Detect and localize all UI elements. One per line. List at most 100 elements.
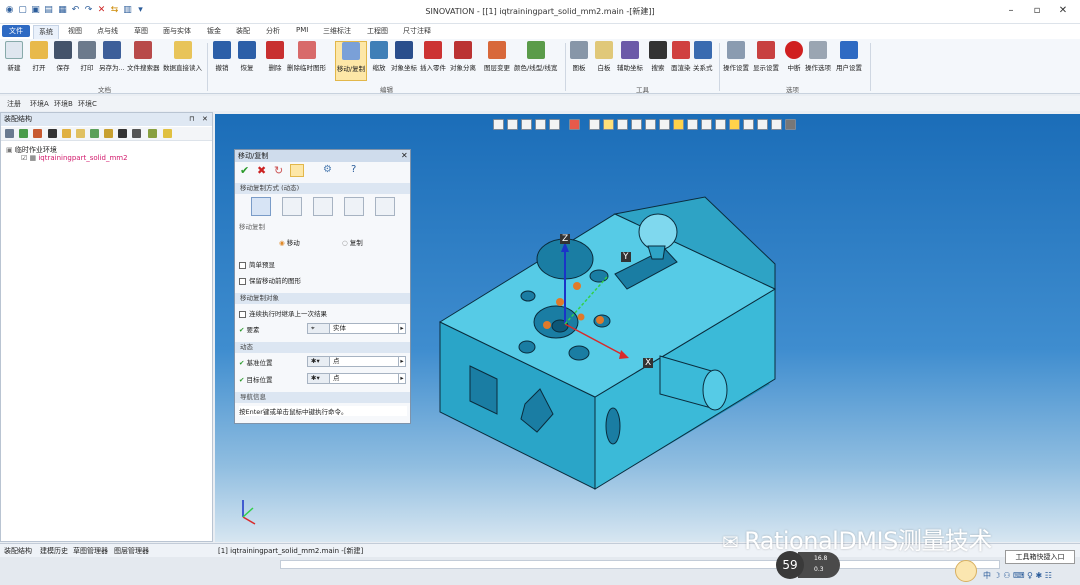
ok-icon[interactable]: ✔ <box>240 164 249 177</box>
maximize-icon[interactable]: ▫ <box>1026 3 1048 19</box>
display-settings-button[interactable]: 显示设置 <box>753 41 779 72</box>
drawing-board-button[interactable]: 图板 <box>570 41 588 72</box>
move-copy-button[interactable]: 移动/复制 <box>335 41 367 81</box>
performance-gauge[interactable]: 59 <box>776 551 804 579</box>
find-icon[interactable] <box>132 129 141 138</box>
delete-temp-button[interactable]: 删除临时图形 <box>287 41 326 72</box>
interrupt-button[interactable]: 中断 <box>785 41 803 72</box>
redo-button[interactable]: 恢复 <box>238 41 256 72</box>
object-coord-button[interactable]: 对象坐标 <box>391 41 417 72</box>
mode-translate-button[interactable] <box>251 197 271 216</box>
print-button[interactable]: 打印 <box>78 41 96 72</box>
relation-button[interactable]: 关系式 <box>693 41 713 72</box>
face-render-button[interactable]: 面渲染 <box>671 41 691 72</box>
minimize-icon[interactable]: – <box>1000 3 1022 19</box>
view-rotate-icon[interactable] <box>535 119 546 130</box>
view-back-icon[interactable] <box>645 119 656 130</box>
view-layout-icon[interactable] <box>771 119 782 130</box>
tab-point-line[interactable]: 点与线 <box>97 26 118 36</box>
tab-analysis[interactable]: 分析 <box>266 26 280 36</box>
app-menu-button[interactable]: 文件 <box>2 25 30 37</box>
direct-read-button[interactable]: 数据直接读入 <box>163 41 202 72</box>
tree-item-part[interactable]: ☑ ▦ iqtrainingpart_solid_mm2 <box>21 154 128 162</box>
ime-tray[interactable]: 中 ☽ ⚇ ⌨ ♀ ✱ ☷ <box>983 570 1052 581</box>
tab-pmi[interactable]: PMI <box>296 26 308 34</box>
tab-sketch-manager[interactable]: 草图管理器 <box>73 546 108 556</box>
mode-axis-button[interactable] <box>375 197 395 216</box>
view-zoom-icon[interactable] <box>507 119 518 130</box>
part-icon[interactable] <box>90 129 99 138</box>
check-simple-preview[interactable]: 简单预显 <box>239 259 275 269</box>
tree-icon[interactable] <box>104 129 113 138</box>
env-tab-b[interactable]: 环境B <box>54 99 73 109</box>
operation-options-button[interactable]: 操作选项 <box>805 41 831 72</box>
check-keep-original[interactable]: 保留移动前的图形 <box>239 275 301 285</box>
save-button[interactable]: 保存 <box>54 41 72 72</box>
list-icon[interactable] <box>48 129 57 138</box>
file-search-button[interactable]: 文件搜索器 <box>127 41 160 72</box>
view-edge-icon[interactable] <box>715 119 726 130</box>
tab-system[interactable]: 系统 <box>33 25 59 39</box>
assistant-avatar[interactable] <box>955 560 977 582</box>
env-tab-register[interactable]: 注册 <box>7 99 21 109</box>
help-icon[interactable]: ? <box>351 164 356 175</box>
undo-button[interactable]: 撤销 <box>213 41 231 72</box>
view-bottom-icon[interactable] <box>659 119 670 130</box>
insert-part-button[interactable]: 插入零件 <box>420 41 446 72</box>
target-snap-icon[interactable]: ✱▾ <box>307 373 331 384</box>
open-button[interactable]: 打开 <box>30 41 48 72</box>
user-settings-button[interactable]: 用户设置 <box>836 41 862 72</box>
save-icon[interactable] <box>5 129 14 138</box>
view-wire-icon[interactable] <box>687 119 698 130</box>
layer-change-button[interactable]: 图层变更 <box>484 41 510 72</box>
view-eye-icon[interactable] <box>569 119 580 130</box>
help-icon[interactable] <box>163 129 172 138</box>
object-separate-button[interactable]: 对象分离 <box>450 41 476 72</box>
view-hidden-icon[interactable] <box>701 119 712 130</box>
group-icon[interactable] <box>76 129 85 138</box>
filter-icon[interactable] <box>148 129 157 138</box>
radio-copy[interactable]: ○ 复制 <box>342 237 363 247</box>
view-front-icon[interactable] <box>589 119 600 130</box>
settings-icon[interactable]: ⚙ <box>323 164 332 175</box>
view-side-icon[interactable] <box>617 119 628 130</box>
binocular-icon[interactable] <box>118 129 127 138</box>
element-field[interactable]: 实体 <box>329 323 399 334</box>
document-tab[interactable]: [1] iqtrainingpart_solid_mm2.main -[新建] <box>218 546 363 556</box>
new-button[interactable]: 新建 <box>5 41 23 72</box>
view-top-icon[interactable] <box>603 119 614 130</box>
search-button[interactable]: 搜索 <box>649 41 667 72</box>
tab-layer-manager[interactable]: 图层管理器 <box>114 546 149 556</box>
tab-drawing[interactable]: 工程图 <box>367 26 388 36</box>
color-linetype-button[interactable]: 颜色/线型/线宽 <box>514 41 557 72</box>
view-settings-icon[interactable] <box>785 119 796 130</box>
mode-rotate-button[interactable] <box>313 197 333 216</box>
radio-move[interactable]: ◉ 移动 <box>279 237 300 247</box>
target-dropdown-icon[interactable]: ▸ <box>398 373 406 384</box>
tab-surface-solid[interactable]: 面与实体 <box>163 26 191 36</box>
aux-coord-button[interactable]: 辅助坐标 <box>617 41 643 72</box>
tab-sheetmetal[interactable]: 钣金 <box>207 26 221 36</box>
view-light-icon[interactable] <box>729 119 740 130</box>
base-position-field[interactable]: 点 <box>329 356 399 367</box>
tab-assembly-structure[interactable]: 装配结构 <box>4 546 32 556</box>
folder-icon[interactable] <box>62 129 71 138</box>
pin-icon[interactable]: ⊓ <box>189 115 194 123</box>
operation-settings-button[interactable]: 操作设置 <box>723 41 749 72</box>
tab-view[interactable]: 视图 <box>68 26 82 36</box>
mode-vector-button[interactable] <box>282 197 302 216</box>
view-pan-icon[interactable] <box>521 119 532 130</box>
dialog-close-icon[interactable]: ✕ <box>401 151 408 160</box>
tab-sketch[interactable]: 草图 <box>134 26 148 36</box>
element-dropdown-icon[interactable]: ▸ <box>398 323 406 334</box>
panel-close-icon[interactable]: ✕ <box>202 115 208 123</box>
reset-icon[interactable]: ↻ <box>274 164 283 177</box>
command-input[interactable] <box>280 560 1000 569</box>
whiteboard-button[interactable]: 白板 <box>595 41 613 72</box>
base-snap-icon[interactable]: ✱▾ <box>307 356 331 367</box>
view-shaded-icon[interactable] <box>673 119 684 130</box>
element-picker-icon[interactable]: ⌖ <box>307 323 331 334</box>
target-position-field[interactable]: 点 <box>329 373 399 384</box>
delete-button[interactable]: 删除 <box>266 41 284 72</box>
cancel-icon[interactable]: ✖ <box>257 164 266 177</box>
